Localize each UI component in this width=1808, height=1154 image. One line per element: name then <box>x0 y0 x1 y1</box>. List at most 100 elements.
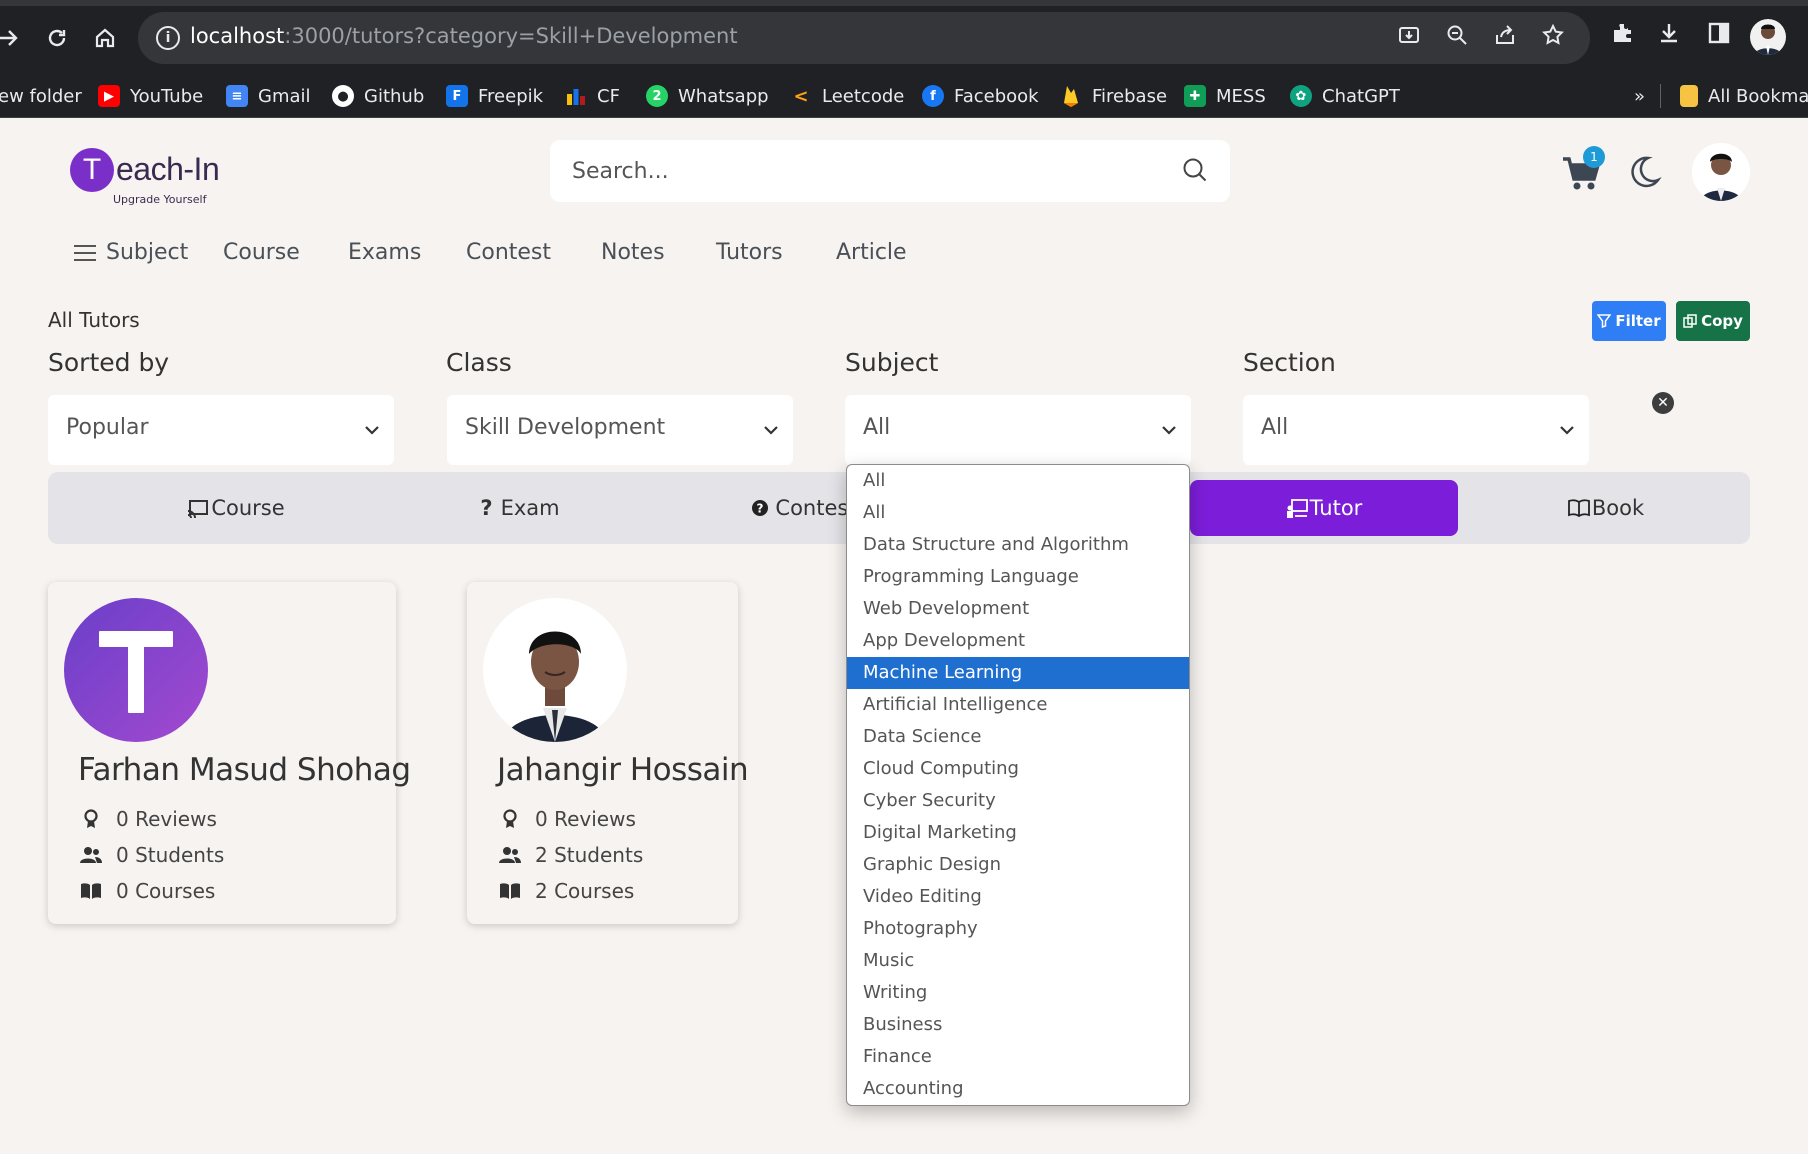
profile-avatar[interactable] <box>1750 19 1786 55</box>
browser-toolbar: i localhost:3000/tutors?category=Skill+D… <box>0 0 1808 74</box>
facebook-icon: f <box>922 85 944 107</box>
dropdown-option[interactable]: Digital Marketing <box>847 817 1189 849</box>
dropdown-option[interactable]: Writing <box>847 977 1189 1009</box>
search-icon[interactable] <box>1180 155 1210 185</box>
bookmarks-divider <box>1660 84 1661 108</box>
hamburger-icon[interactable] <box>74 244 96 262</box>
tutor-card[interactable]: Jahangir Hossain 0 Reviews 2 Students 2 … <box>467 582 749 924</box>
share-icon[interactable] <box>1490 23 1520 53</box>
sorted-by-select[interactable]: Popular <box>48 395 394 465</box>
tab-book[interactable]: Book <box>1472 480 1740 536</box>
dropdown-option[interactable]: Graphic Design <box>847 849 1189 881</box>
class-select[interactable]: Skill Development <box>447 395 793 465</box>
side-panel-icon[interactable] <box>1702 20 1736 54</box>
dropdown-option[interactable]: Music <box>847 945 1189 977</box>
home-icon[interactable] <box>89 22 121 54</box>
filter-button[interactable]: Filter <box>1592 301 1666 341</box>
class-label: Class <box>446 348 512 377</box>
downloads-icon[interactable] <box>1652 20 1686 54</box>
bookmark-item[interactable]: CF <box>565 82 620 110</box>
user-avatar[interactable] <box>1692 143 1750 201</box>
dropdown-option[interactable]: Data Science <box>847 721 1189 753</box>
menu-tutors[interactable]: Tutors <box>716 240 783 265</box>
address-bar[interactable]: i localhost:3000/tutors?category=Skill+D… <box>138 12 1590 64</box>
bookmark-item[interactable]: ✚ MESS <box>1184 82 1266 110</box>
tutor-name[interactable]: Jahangir Hossain <box>497 752 749 788</box>
site-logo[interactable]: T each-In <box>70 148 220 192</box>
dropdown-option[interactable]: Accounting <box>847 1073 1189 1105</box>
dropdown-option[interactable]: All <box>847 465 1189 497</box>
freepik-icon: F <box>446 85 468 107</box>
forward-arrow-icon[interactable] <box>0 22 24 54</box>
leetcode-icon: < <box>793 85 809 107</box>
menu-notes[interactable]: Notes <box>601 240 665 265</box>
menu-contest[interactable]: Contest <box>466 240 551 265</box>
dropdown-option[interactable]: Cloud Computing <box>847 753 1189 785</box>
dropdown-option-selected[interactable]: Machine Learning <box>847 657 1189 689</box>
dropdown-option[interactable]: Web Development <box>847 593 1189 625</box>
bookmark-item[interactable]: 2 Whatsapp <box>646 82 769 110</box>
tab-tutor-label: Tutor <box>1309 496 1363 520</box>
copy-button[interactable]: Copy <box>1676 301 1750 341</box>
bookmark-item[interactable]: < Leetcode <box>790 82 904 110</box>
bookmark-item[interactable]: ✿ ChatGPT <box>1290 82 1400 110</box>
dropdown-option[interactable]: App Development <box>847 625 1189 657</box>
folder-icon <box>1680 85 1698 107</box>
clear-filters-close-icon[interactable]: ✕ <box>1652 392 1674 414</box>
tutor-courses: 0 Courses <box>80 878 215 904</box>
bookmark-item[interactable]: Firebase <box>1060 82 1167 110</box>
dropdown-option[interactable]: Cyber Security <box>847 785 1189 817</box>
tutor-card[interactable]: Farhan Masud Shohag 0 Reviews 0 Students… <box>48 582 411 924</box>
filter-button-label: Filter <box>1615 312 1661 330</box>
bookmark-item[interactable]: ▶ YouTube <box>98 82 203 110</box>
bookmark-item[interactable]: ≡ Gmail <box>226 82 311 110</box>
more-bookmarks-button[interactable]: » <box>1634 82 1645 110</box>
youtube-icon: ▶ <box>98 85 120 107</box>
dropdown-option[interactable]: All <box>847 497 1189 529</box>
tab-course[interactable]: Course <box>102 480 370 536</box>
subject-label: Subject <box>845 348 939 377</box>
dropdown-option[interactable]: Finance <box>847 1041 1189 1073</box>
dropdown-option[interactable]: Video Editing <box>847 881 1189 913</box>
menu-exams[interactable]: Exams <box>348 240 421 265</box>
sorted-by-label: Sorted by <box>48 348 170 377</box>
bookmark-item[interactable]: ● Github <box>332 82 424 110</box>
docs-icon: ≡ <box>226 85 248 107</box>
dropdown-option[interactable]: Data Structure and Algorithm <box>847 529 1189 561</box>
chalkboard-icon <box>1286 499 1308 518</box>
copy-icon <box>1683 314 1697 328</box>
dropdown-option[interactable]: Programming Language <box>847 561 1189 593</box>
firebase-icon <box>1060 85 1082 107</box>
dropdown-option[interactable]: Photography <box>847 913 1189 945</box>
dropdown-option[interactable]: Business <box>847 1009 1189 1041</box>
tutor-reviews: 0 Reviews <box>80 806 217 832</box>
section-select[interactable]: All <box>1243 395 1589 465</box>
search-input[interactable] <box>572 140 1132 202</box>
bookmark-item[interactable]: ew folder <box>0 82 82 110</box>
cast-icon <box>188 500 209 518</box>
tutor-name[interactable]: Farhan Masud Shohag <box>78 752 411 788</box>
menu-course[interactable]: Course <box>223 240 300 265</box>
address-url[interactable]: localhost:3000/tutors?category=Skill+Dev… <box>190 24 738 48</box>
tab-tutor[interactable]: Tutor <box>1190 480 1458 536</box>
class-value: Skill Development <box>465 415 666 440</box>
bookmark-item[interactable]: f Facebook <box>922 82 1039 110</box>
bookmark-star-icon[interactable] <box>1538 23 1568 53</box>
menu-subject[interactable]: Subject <box>106 240 188 265</box>
subject-select[interactable]: All <box>845 395 1191 465</box>
tutor-students: 0 Students <box>80 842 224 868</box>
dropdown-option[interactable]: Artificial Intelligence <box>847 689 1189 721</box>
bookmark-item[interactable]: F Freepik <box>446 82 543 110</box>
install-app-icon[interactable] <box>1394 23 1424 53</box>
extensions-icon[interactable] <box>1606 20 1640 54</box>
chevron-down-icon <box>365 426 379 435</box>
dark-mode-moon-icon[interactable] <box>1626 154 1662 190</box>
tutor-avatar <box>483 598 627 742</box>
site-info-icon[interactable]: i <box>156 26 180 50</box>
tab-exam[interactable]: ? Exam <box>386 480 654 536</box>
menu-article[interactable]: Article <box>836 240 907 265</box>
reload-icon[interactable] <box>41 22 73 54</box>
question-icon: ? <box>480 496 493 520</box>
all-bookmarks-folder[interactable]: All Bookmar <box>1680 82 1808 110</box>
zoom-icon[interactable] <box>1442 23 1472 53</box>
